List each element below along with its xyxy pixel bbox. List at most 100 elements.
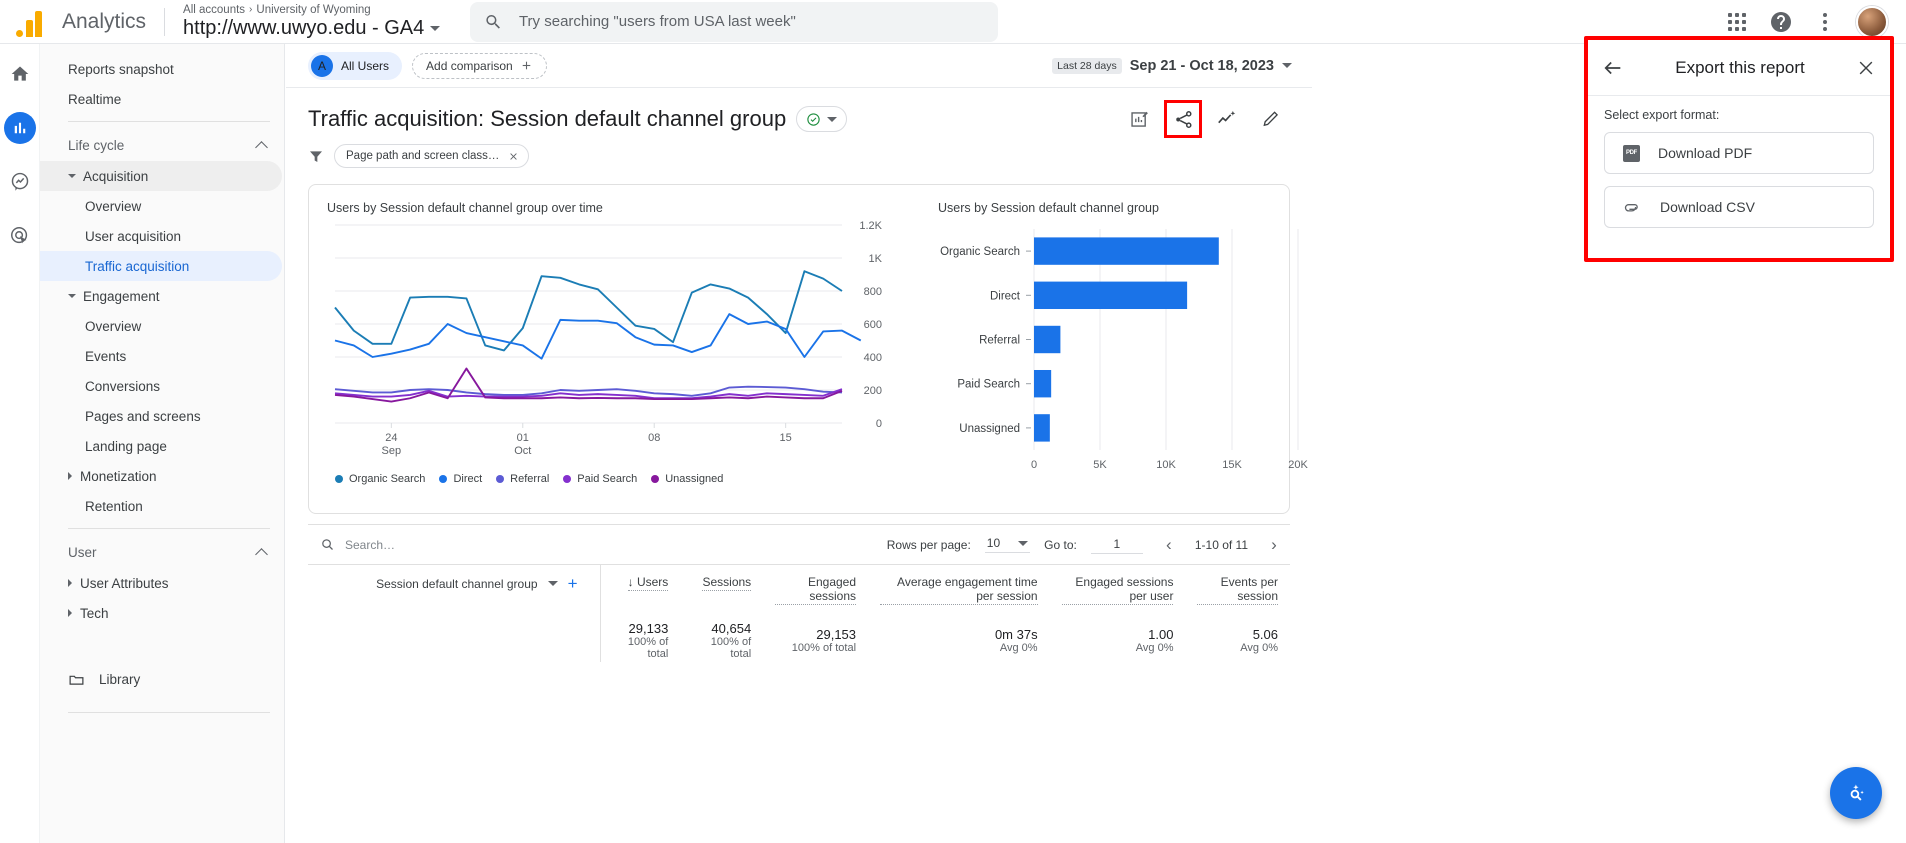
legend-item-direct[interactable]: Direct (439, 473, 482, 485)
table-header-users[interactable]: ↓ Users (600, 564, 681, 613)
cell-sub: 100% of total (627, 636, 669, 660)
table-header-dimension[interactable]: Session default channel group + (308, 564, 601, 613)
rail-item-reports[interactable] (3, 112, 36, 144)
sidebar-group-tech[interactable]: Tech (40, 598, 282, 628)
share-icon[interactable] (1164, 100, 1202, 138)
sidebar-item-engagement-overview[interactable]: Overview (40, 311, 282, 341)
metric-header-label: Engaged sessions per user (1061, 575, 1174, 605)
filter-icon (310, 151, 322, 162)
table-header-avg-engagement-time[interactable]: Average engagement time per session (868, 564, 1050, 613)
customize-report-icon[interactable] (1126, 106, 1152, 132)
svg-text:Organic Search: Organic Search (940, 246, 1020, 258)
legend-item-unassigned[interactable]: Unassigned (651, 473, 723, 485)
more-vert-icon[interactable] (1812, 9, 1838, 35)
sidebar-item-traffic-acquisition[interactable]: Traffic acquisition (40, 251, 282, 281)
date-range-picker[interactable]: Last 28 days Sep 21 - Oct 18, 2023 (1052, 57, 1302, 74)
sidebar-group-user-attributes[interactable]: User Attributes (40, 568, 282, 598)
chevron-down-icon (430, 25, 441, 31)
rail-item-explore[interactable] (4, 166, 36, 198)
legend-label: Direct (453, 473, 483, 485)
svg-text:0: 0 (876, 418, 882, 430)
svg-text:Oct: Oct (514, 445, 531, 457)
sidebar-item-acquisition-overview[interactable]: Overview (40, 191, 282, 221)
apps-grid-icon[interactable] (1724, 9, 1750, 35)
close-icon[interactable] (508, 151, 519, 162)
sidebar-item-realtime[interactable]: Realtime (40, 84, 282, 114)
chevron-down-icon (68, 174, 76, 178)
goto-input[interactable] (1090, 535, 1143, 554)
sidebar-section-user[interactable]: User (40, 536, 284, 568)
rail-item-home[interactable] (4, 58, 36, 90)
sidebar-group-engagement[interactable]: Engagement (40, 281, 282, 311)
rows-per-page-select[interactable]: 10 (984, 536, 1031, 553)
user-avatar[interactable] (1856, 5, 1888, 38)
sidebar-group-label: Tech (80, 605, 109, 621)
sidebar-item-landing-page[interactable]: Landing page (40, 431, 282, 461)
legend-item-referral[interactable]: Referral (496, 473, 549, 485)
legend-item-organic-search[interactable]: Organic Search (335, 473, 425, 485)
chevron-down-icon[interactable] (547, 581, 558, 586)
sidebar-section-life-cycle[interactable]: Life cycle (40, 129, 284, 161)
table-header-events-per-session[interactable]: Events per session (1185, 564, 1290, 613)
chevron-up-icon (255, 140, 268, 154)
arrow-back-icon[interactable] (1602, 57, 1624, 79)
breadcrumb-account[interactable]: University of Wyoming (256, 4, 370, 16)
rail-item-advertising[interactable] (4, 220, 36, 252)
table-search[interactable]: Search… (312, 537, 395, 552)
search-input[interactable] (516, 12, 985, 31)
cell-value: 40,654 (711, 621, 752, 636)
download-csv-button[interactable]: Download CSV (1604, 186, 1874, 228)
sidebar-item-pages-and-screens[interactable]: Pages and screens (40, 401, 282, 431)
date-range-text: Sep 21 - Oct 18, 2023 (1129, 57, 1274, 74)
page-title: Traffic acquisition: Session default cha… (308, 106, 787, 131)
filter-chip-page-path[interactable]: Page path and screen class… (334, 144, 530, 168)
sidebar-item-reports-snapshot[interactable]: Reports snapshot (40, 54, 282, 84)
svg-text:Paid Search: Paid Search (957, 379, 1020, 391)
add-dimension-icon[interactable]: + (568, 575, 578, 592)
table-header-sessions[interactable]: Sessions (680, 564, 764, 613)
chevron-up-icon (255, 547, 268, 561)
download-csv-label: Download CSV (1660, 199, 1755, 215)
line-chart[interactable]: 0 200 400 600 800 1K 1.2K 24Sep 01Oct 08 15 (327, 219, 902, 469)
global-search[interactable] (470, 1, 999, 42)
table-header-engaged-sessions[interactable]: Engaged sessions (763, 564, 869, 613)
sidebar-group-acquisition[interactable]: Acquisition (40, 161, 282, 191)
audience-chip-all-users[interactable]: A All Users (308, 51, 403, 80)
download-pdf-button[interactable]: PDF Download PDF (1604, 132, 1874, 174)
totals-sessions-cell: 40,654 100% of total (680, 613, 763, 662)
rows-per-page-value: 10 (986, 536, 1001, 550)
close-icon[interactable] (1856, 58, 1876, 78)
add-comparison-button[interactable]: Add comparison (412, 52, 547, 79)
edit-icon[interactable] (1258, 106, 1284, 132)
account-selector[interactable]: All accounts › University of Wyoming htt… (183, 4, 441, 39)
cell-value: 0m 37s (994, 627, 1038, 642)
help-icon[interactable] (1768, 9, 1794, 35)
brand-name: Analytics (62, 9, 147, 33)
property-row[interactable]: http://www.uwyo.edu - GA4 (183, 16, 441, 39)
svg-text:1.2K: 1.2K (859, 220, 882, 232)
cell-value: 29,133 (628, 621, 669, 636)
insights-icon[interactable] (1214, 106, 1240, 132)
next-page-button[interactable]: › (1262, 533, 1286, 557)
sidebar-item-library[interactable]: Library (40, 662, 284, 696)
sidebar-item-user-acquisition[interactable]: User acquisition (40, 221, 282, 251)
property-name: http://www.uwyo.edu - GA4 (183, 16, 425, 39)
home-icon (11, 66, 28, 81)
svg-text:Sep: Sep (382, 445, 402, 457)
sidebar-item-events[interactable]: Events (40, 341, 282, 371)
table-header-engaged-sessions-per-user[interactable]: Engaged sessions per user (1049, 564, 1186, 613)
breadcrumb-all-accounts[interactable]: All accounts (183, 4, 245, 16)
data-quality-pill[interactable] (796, 106, 848, 132)
sidebar-item-conversions[interactable]: Conversions (40, 371, 282, 401)
svg-text:400: 400 (864, 352, 882, 364)
svg-text:0: 0 (1031, 459, 1037, 471)
prev-page-button[interactable]: ‹ (1157, 533, 1181, 557)
insights-fab[interactable] (1830, 767, 1882, 819)
svg-text:15: 15 (780, 432, 792, 444)
totals-engaged-per-user-cell: 1.00 Avg 0% (1050, 613, 1186, 662)
bar-chart[interactable]: 0 5K 10K 15K 20K Organic Search Direct Referral… (938, 219, 1308, 484)
sidebar-item-retention[interactable]: Retention (40, 491, 282, 521)
sidebar-group-monetization[interactable]: Monetization (40, 461, 282, 491)
top-bar-actions (1724, 5, 1906, 38)
legend-item-paid-search[interactable]: Paid Search (563, 473, 637, 485)
